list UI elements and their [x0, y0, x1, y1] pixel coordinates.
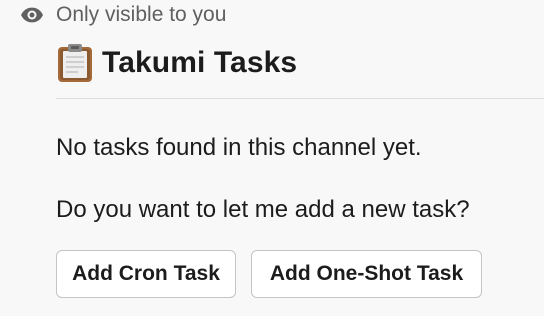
card-title: Takumi Tasks [102, 46, 298, 79]
prompt-message: Do you want to let me add a new task? [56, 196, 470, 223]
card-header: Takumi Tasks [56, 42, 297, 84]
header-divider [56, 98, 544, 99]
message-frame: Only visible to you Takumi Tasks No task… [0, 0, 544, 316]
add-cron-task-button[interactable]: Add Cron Task [56, 250, 236, 298]
clipboard-icon [58, 44, 92, 82]
empty-state-message: No tasks found in this channel yet. [56, 134, 422, 161]
visibility-notice: Only visible to you [20, 2, 226, 28]
visibility-label: Only visible to you [56, 3, 227, 26]
add-one-shot-task-button[interactable]: Add One-Shot Task [251, 250, 482, 298]
eye-icon [20, 3, 44, 27]
